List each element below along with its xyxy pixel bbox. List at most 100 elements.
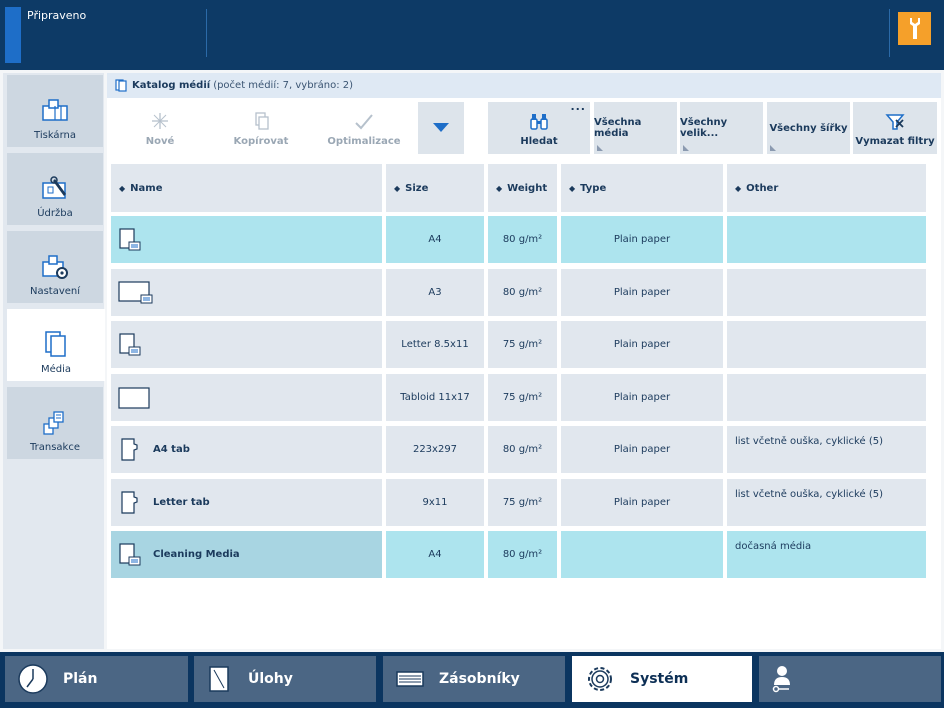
- maintenance-wrench-button[interactable]: [898, 12, 931, 45]
- new-button[interactable]: Nové: [113, 102, 207, 154]
- nav-item-transactions[interactable]: Transakce: [7, 387, 103, 459]
- nav-label: Nastavení: [29, 286, 81, 297]
- tab-label: Plán: [63, 671, 98, 687]
- tab-trays[interactable]: Zásobníky: [383, 656, 565, 702]
- nav-item-printer[interactable]: Tiskárna: [7, 75, 103, 147]
- clear-filters-label: Vymazat filtry: [855, 136, 935, 147]
- size-cell: Tabloid 11x17: [386, 374, 484, 421]
- nav-label: Údržba: [37, 208, 73, 219]
- jobs-icon: [206, 664, 234, 694]
- nav-label: Média: [40, 364, 72, 375]
- filter-width[interactable]: Všechny šířky: [767, 102, 850, 154]
- weight-cell: 80 g/m²: [488, 531, 557, 578]
- other-cell: list včetně ouška, cyklické (5): [727, 479, 926, 526]
- more-icon: ...: [570, 100, 586, 113]
- sparkle-icon: [152, 113, 168, 129]
- more-actions-dropdown[interactable]: [418, 102, 464, 154]
- column-header-name[interactable]: ◆ Name: [111, 164, 382, 212]
- media-sheet-icon: [119, 542, 141, 565]
- bottom-tab-bar: Plán Úlohy Zásobníky Systém: [0, 652, 944, 708]
- sort-icon: ◆: [569, 183, 576, 193]
- sort-icon: ◆: [394, 183, 401, 193]
- column-header-type[interactable]: ◆ Type: [561, 164, 723, 212]
- media-sheet-icon: [119, 227, 141, 250]
- weight-cell: 80 g/m²: [488, 269, 557, 316]
- size-cell: A4: [386, 216, 484, 263]
- type-cell: Plain paper: [561, 269, 723, 316]
- column-header-weight[interactable]: ◆ Weight: [488, 164, 557, 212]
- dropdown-corner-icon: [597, 145, 603, 151]
- dropdown-corner-icon: [683, 145, 689, 151]
- other-cell: [727, 374, 926, 421]
- wrench-icon: [909, 17, 920, 39]
- other-cell: list včetně ouška, cyklické (5): [727, 426, 926, 473]
- new-label: Nové: [145, 136, 175, 147]
- tab-sheet-icon: [121, 437, 138, 461]
- tab-plan[interactable]: Plán: [5, 656, 188, 702]
- user-key-icon: [771, 663, 797, 695]
- nav-label: Tiskárna: [34, 130, 76, 141]
- copy-label: Kopírovat: [233, 136, 289, 147]
- tab-system[interactable]: Systém: [572, 656, 752, 702]
- nav-item-maintenance[interactable]: Údržba: [7, 153, 103, 225]
- sort-icon: ◆: [119, 183, 126, 193]
- column-label: Size: [405, 182, 429, 194]
- clear-filters-button[interactable]: Vymazat filtry: [853, 102, 937, 154]
- tray-icon: [395, 670, 425, 688]
- column-header-other[interactable]: ◆ Other: [727, 164, 926, 212]
- size-cell: 9x11: [386, 479, 484, 526]
- tab-label: Systém: [630, 671, 689, 687]
- other-cell: [727, 269, 926, 316]
- column-label: Weight: [507, 182, 548, 194]
- type-cell: Plain paper: [561, 216, 723, 263]
- copy-button[interactable]: Kopírovat: [211, 102, 311, 154]
- filter-label: Všechny velik...: [680, 117, 728, 139]
- tab-label: Úlohy: [248, 671, 293, 687]
- sort-icon: ◆: [735, 183, 742, 193]
- type-cell: [561, 531, 723, 578]
- weight-cell: 80 g/m²: [488, 216, 557, 263]
- other-cell: [727, 216, 926, 263]
- filter-size[interactable]: Všechny velik...: [680, 102, 763, 154]
- weight-cell: 80 g/m²: [488, 426, 557, 473]
- filter-media-type[interactable]: Všechna média: [594, 102, 677, 154]
- nav-item-media[interactable]: Média: [7, 309, 105, 381]
- optimize-button[interactable]: Optimalizace: [314, 102, 414, 154]
- settings-icon: [42, 255, 68, 279]
- clock-icon: [17, 663, 49, 695]
- tab-sheet-icon: [121, 490, 138, 514]
- media-sheet-icon: [119, 332, 141, 355]
- transactions-icon: [43, 411, 64, 435]
- table-row[interactable]: Letter tab: [111, 479, 382, 526]
- table-row[interactable]: Cleaning Media: [111, 531, 382, 578]
- tab-jobs[interactable]: Úlohy: [194, 656, 376, 702]
- column-label: Other: [746, 182, 779, 194]
- table-row[interactable]: [111, 269, 382, 316]
- media-icon: [45, 331, 66, 357]
- binoculars-icon: [530, 114, 548, 130]
- table-row[interactable]: [111, 321, 382, 368]
- media-name: Letter tab: [153, 497, 210, 508]
- check-arrow-icon: [355, 114, 373, 130]
- main-area: Tiskárna Údržba Nastavení Média Transakc…: [0, 70, 944, 652]
- search-label: Hledat: [520, 136, 558, 147]
- gear-icon: [584, 663, 616, 695]
- media-sheet-landscape-icon: [118, 280, 153, 303]
- clear-filter-icon: [885, 114, 905, 130]
- size-cell: 223x297: [386, 426, 484, 473]
- table-row[interactable]: [111, 374, 382, 421]
- filter-label: Všechna média: [594, 117, 642, 139]
- column-header-size[interactable]: ◆ Size: [386, 164, 484, 212]
- sort-icon: ◆: [496, 183, 503, 193]
- nav-item-settings[interactable]: Nastavení: [7, 231, 103, 303]
- header-divider: [206, 9, 207, 57]
- copy-icon: [255, 112, 269, 130]
- table-row[interactable]: A4 tab: [111, 426, 382, 473]
- catalog-count: (počet médií: 7, vybráno: 2): [213, 80, 354, 91]
- search-button[interactable]: ... Hledat: [488, 100, 590, 154]
- catalog-title: Katalog médií: [132, 80, 211, 91]
- tab-user[interactable]: [759, 656, 941, 702]
- maintenance-icon: [42, 176, 66, 199]
- table-row[interactable]: [111, 216, 382, 263]
- media-sheet-landscape-icon: [118, 386, 150, 409]
